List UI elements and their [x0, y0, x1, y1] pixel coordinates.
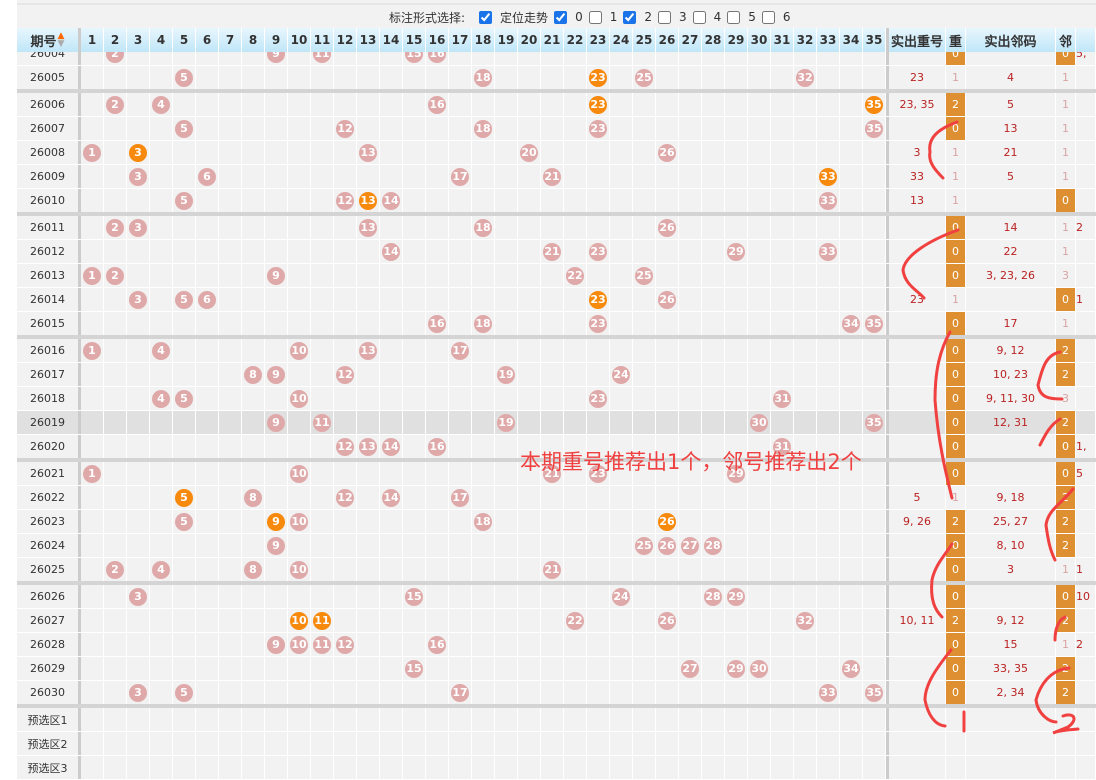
- ink-mark-2: [1052, 713, 1080, 735]
- ink-curve: [1053, 615, 1067, 642]
- ink-curve: [923, 648, 953, 728]
- ink-curve: [928, 120, 959, 180]
- ink-curve: [1038, 417, 1062, 447]
- ink-curve: [930, 542, 954, 619]
- ink-curve: [1034, 666, 1071, 724]
- ink-curve: [1036, 350, 1064, 401]
- ink-curve: [901, 228, 960, 300]
- ink-curve: [1044, 487, 1075, 562]
- hand-drawn-marks: [901, 120, 1080, 735]
- ink-curve: [933, 330, 954, 500]
